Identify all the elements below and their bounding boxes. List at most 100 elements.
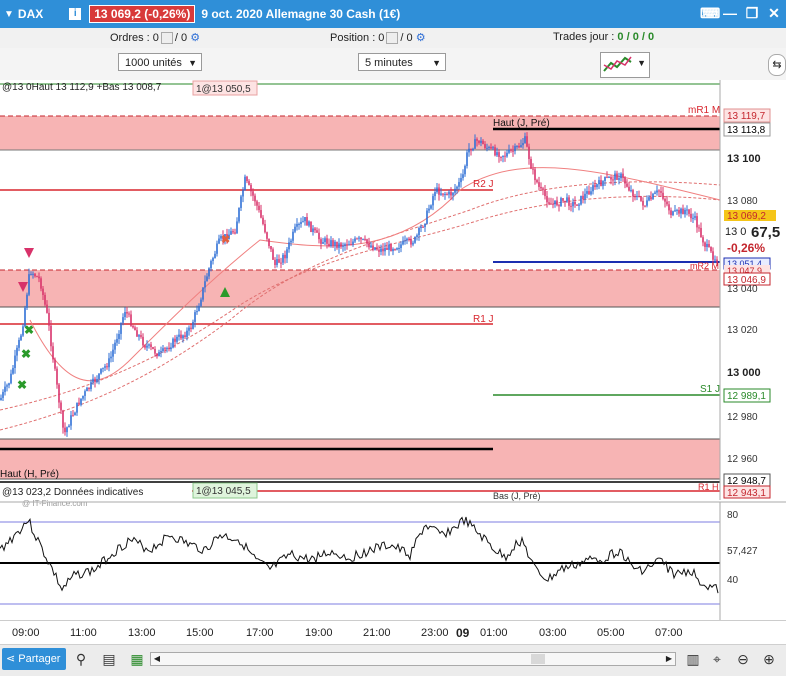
candle-body [166, 347, 168, 349]
candle-body [610, 177, 612, 180]
chart-toolbar: 1000 unités ▼ 5 minutes ▼ ▼ ⇆ [0, 48, 786, 81]
r1-label: R1 J [473, 314, 494, 325]
zoom-auto-icon[interactable]: ⌖ [708, 650, 726, 668]
candle-style-icon[interactable]: ▥ [684, 650, 702, 668]
candle-body [634, 196, 636, 198]
candle-body [244, 176, 246, 191]
candle-body [630, 190, 632, 192]
time-scrollbar[interactable]: ◀ ▶ [150, 652, 676, 666]
candle-body [626, 183, 628, 187]
candle-body [530, 159, 532, 169]
candle-body [550, 203, 552, 205]
orders-total: / 0 [174, 32, 188, 44]
interval-select[interactable]: 5 minutes ▼ [358, 53, 446, 71]
candle-body [108, 358, 110, 368]
interval-select-value: 5 minutes [365, 57, 413, 69]
candle-body [434, 192, 436, 197]
object-list-icon[interactable]: ⚲ [72, 650, 90, 668]
candle-body [64, 427, 66, 433]
candle-body [392, 249, 394, 252]
price-chart[interactable]: ✖ ✖ ✖ ✖ @13 0Haut 13 112,9 +Bas 13 008,7… [0, 80, 786, 620]
minimize-icon[interactable]: — [722, 5, 738, 21]
restore-icon[interactable]: ❐ [744, 5, 760, 21]
candle-body [318, 232, 320, 240]
candle-body [112, 349, 114, 357]
candle-body [336, 241, 338, 248]
candle-body [620, 173, 622, 179]
candle-body [20, 335, 22, 341]
candle-body [282, 254, 284, 263]
candle-body [442, 193, 444, 195]
candle-body [660, 191, 662, 193]
candle-body [480, 140, 482, 143]
candle-body [138, 335, 140, 337]
candle-body [670, 210, 672, 216]
position-settings-icon[interactable]: ⚙ [416, 32, 426, 44]
candle-body [16, 347, 18, 356]
candle-body [238, 207, 240, 222]
candle-body [124, 312, 126, 318]
candle-body [272, 249, 274, 260]
candle-body [106, 366, 108, 368]
candle-body [394, 249, 396, 251]
units-select[interactable]: 1000 unités ▼ [118, 53, 202, 71]
indicator-menu-button[interactable]: ▼ [600, 52, 650, 78]
mr2-label: mR2 M [690, 261, 719, 271]
candle-body [484, 144, 486, 148]
candle-body [580, 195, 582, 205]
candle-body [374, 247, 376, 250]
chevron-down-icon[interactable]: ▼ [4, 9, 14, 20]
candle-body [406, 238, 408, 241]
share-button[interactable]: ⋖ Partager [2, 648, 67, 670]
candle-body [352, 241, 354, 245]
candle-body [148, 344, 150, 346]
candle-body [604, 176, 606, 182]
report-icon[interactable]: ▤ [100, 650, 118, 668]
candle-body [448, 191, 450, 195]
candle-body [578, 204, 580, 206]
candle-body [82, 395, 84, 399]
candle-body [522, 143, 524, 146]
candle-body [364, 238, 366, 240]
orders-settings-icon[interactable]: ⚙ [190, 32, 200, 44]
keyboard-icon[interactable]: ⌨ [700, 5, 720, 21]
candle-body [452, 192, 454, 196]
candle-body [582, 195, 584, 200]
cross-marker-icon: ✖ [21, 347, 31, 361]
zoom-in-icon[interactable]: ⊕ [760, 650, 778, 668]
close-icon[interactable]: ✕ [766, 5, 782, 21]
orders-cancel-icon[interactable] [160, 32, 173, 45]
add-indicator-icon[interactable]: ▦ [128, 650, 146, 668]
candle-body [552, 203, 554, 205]
zoom-out-icon[interactable]: ⊖ [734, 650, 752, 668]
candle-body [292, 231, 294, 241]
candle-body [562, 198, 564, 201]
candle-body [598, 180, 600, 185]
candle-body [50, 325, 52, 347]
candle-body [170, 347, 172, 350]
orders-status: Ordres : 0 / 0 ⚙ [110, 31, 200, 45]
candle-body [306, 217, 308, 226]
candle-body [360, 237, 362, 240]
candle-body [56, 368, 58, 385]
scroll-left-icon[interactable]: ◀ [151, 653, 163, 665]
candle-body [242, 190, 244, 197]
chart-area[interactable]: ✖ ✖ ✖ ✖ @13 0Haut 13 112,9 +Bas 13 008,7… [0, 80, 786, 620]
candle-body [624, 177, 626, 184]
candle-body [304, 217, 306, 222]
share-label: Partager [18, 653, 61, 665]
position-cancel-icon[interactable] [386, 32, 399, 45]
candle-body [32, 273, 34, 275]
candle-body [126, 312, 128, 314]
scroll-thumb[interactable] [531, 654, 545, 664]
candle-body [396, 248, 398, 250]
candle-body [554, 200, 556, 205]
info-icon[interactable]: i [69, 8, 82, 20]
sync-icon[interactable]: ⇆ [768, 54, 786, 76]
candle-body [628, 186, 630, 191]
symbol-name: DAX [17, 7, 44, 21]
title-bar: ▼ DAX i 13 069,2 (-0,26%) 9 oct. 2020 Al… [0, 0, 786, 28]
candle-body [422, 226, 424, 228]
scroll-right-icon[interactable]: ▶ [663, 653, 675, 665]
candle-body [654, 192, 656, 194]
